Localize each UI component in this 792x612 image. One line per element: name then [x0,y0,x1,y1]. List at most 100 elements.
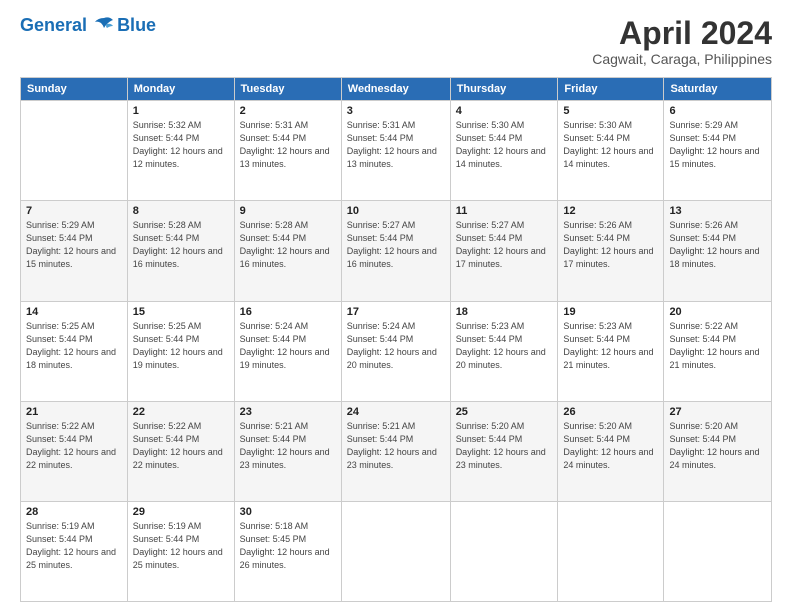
logo-general: General [20,15,87,35]
day-cell: 27 Sunrise: 5:20 AMSunset: 5:44 PMDayligh… [664,401,772,501]
day-info: Sunrise: 5:28 AMSunset: 5:44 PMDaylight:… [240,219,336,271]
day-cell [341,501,450,601]
day-cell: 8 Sunrise: 5:28 AMSunset: 5:44 PMDaylight… [127,201,234,301]
day-number: 26 [563,406,658,418]
day-number: 9 [240,205,336,217]
day-number: 15 [133,306,229,318]
column-header-saturday: Saturday [664,78,772,101]
column-header-sunday: Sunday [21,78,128,101]
day-info: Sunrise: 5:31 AMSunset: 5:44 PMDaylight:… [240,119,336,171]
day-cell: 28 Sunrise: 5:19 AMSunset: 5:44 PMDayligh… [21,501,128,601]
day-number: 28 [26,506,122,518]
day-number: 6 [669,105,766,117]
day-number: 19 [563,306,658,318]
day-cell: 19 Sunrise: 5:23 AMSunset: 5:44 PMDayligh… [558,301,664,401]
day-number: 12 [563,205,658,217]
day-cell: 20 Sunrise: 5:22 AMSunset: 5:44 PMDayligh… [664,301,772,401]
day-info: Sunrise: 5:22 AMSunset: 5:44 PMDaylight:… [133,420,229,472]
day-info: Sunrise: 5:26 AMSunset: 5:44 PMDaylight:… [669,219,766,271]
day-info: Sunrise: 5:21 AMSunset: 5:44 PMDaylight:… [347,420,445,472]
week-row-5: 28 Sunrise: 5:19 AMSunset: 5:44 PMDayligh… [21,501,772,601]
day-number: 14 [26,306,122,318]
day-info: Sunrise: 5:24 AMSunset: 5:44 PMDaylight:… [347,320,445,372]
day-number: 27 [669,406,766,418]
day-info: Sunrise: 5:18 AMSunset: 5:45 PMDaylight:… [240,520,336,572]
day-cell: 29Sunrise: 5:19 AMSunset: 5:44 PMDayligh… [127,501,234,601]
day-info: Sunrise: 5:27 AMSunset: 5:44 PMDaylight:… [347,219,445,271]
day-info: Sunrise: 5:20 AMSunset: 5:44 PMDaylight:… [563,420,658,472]
day-cell: 22 Sunrise: 5:22 AMSunset: 5:44 PMDayligh… [127,401,234,501]
day-info: Sunrise: 5:23 AMSunset: 5:44 PMDaylight:… [563,320,658,372]
day-info: Sunrise: 5:29 AMSunset: 5:44 PMDaylight:… [669,119,766,171]
week-row-3: 14 Sunrise: 5:25 AMSunset: 5:44 PMDayligh… [21,301,772,401]
day-number: 7 [26,205,122,217]
day-number: 29 [133,506,229,518]
day-number: 30 [240,506,336,518]
day-info: Sunrise: 5:20 AMSunset: 5:44 PMDaylight:… [456,420,553,472]
day-cell [21,101,128,201]
logo: General Blue [20,16,156,36]
day-info: Sunrise: 5:31 AMSunset: 5:44 PMDaylight:… [347,119,445,171]
week-row-2: 7Sunrise: 5:29 AMSunset: 5:44 PMDaylight… [21,201,772,301]
day-cell: 5 Sunrise: 5:30 AMSunset: 5:44 PMDaylight… [558,101,664,201]
header: General Blue April 2024 Cagwait, Caraga,… [20,16,772,67]
day-number: 11 [456,205,553,217]
day-cell [450,501,558,601]
month-title: April 2024 [592,16,772,51]
day-number: 13 [669,205,766,217]
day-cell: 1Sunrise: 5:32 AMSunset: 5:44 PMDaylight… [127,101,234,201]
day-number: 23 [240,406,336,418]
logo-blue: Blue [117,16,156,36]
logo-bird-icon [93,16,115,36]
day-number: 5 [563,105,658,117]
day-info: Sunrise: 5:25 AMSunset: 5:44 PMDaylight:… [26,320,122,372]
day-cell: 12 Sunrise: 5:26 AMSunset: 5:44 PMDayligh… [558,201,664,301]
column-header-thursday: Thursday [450,78,558,101]
week-row-4: 21Sunrise: 5:22 AMSunset: 5:44 PMDayligh… [21,401,772,501]
day-number: 10 [347,205,445,217]
day-number: 22 [133,406,229,418]
day-cell: 24 Sunrise: 5:21 AMSunset: 5:44 PMDayligh… [341,401,450,501]
day-info: Sunrise: 5:19 AMSunset: 5:44 PMDaylight:… [26,520,122,572]
day-cell: 9 Sunrise: 5:28 AMSunset: 5:44 PMDaylight… [234,201,341,301]
page: General Blue April 2024 Cagwait, Caraga,… [0,0,792,612]
day-cell: 18 Sunrise: 5:23 AMSunset: 5:44 PMDayligh… [450,301,558,401]
day-info: Sunrise: 5:27 AMSunset: 5:44 PMDaylight:… [456,219,553,271]
day-info: Sunrise: 5:30 AMSunset: 5:44 PMDaylight:… [456,119,553,171]
day-info: Sunrise: 5:20 AMSunset: 5:44 PMDaylight:… [669,420,766,472]
day-info: Sunrise: 5:30 AMSunset: 5:44 PMDaylight:… [563,119,658,171]
day-number: 18 [456,306,553,318]
day-cell: 6 Sunrise: 5:29 AMSunset: 5:44 PMDaylight… [664,101,772,201]
column-header-friday: Friday [558,78,664,101]
day-cell: 14 Sunrise: 5:25 AMSunset: 5:44 PMDayligh… [21,301,128,401]
day-number: 2 [240,105,336,117]
day-number: 8 [133,205,229,217]
day-number: 3 [347,105,445,117]
title-block: April 2024 Cagwait, Caraga, Philippines [592,16,772,67]
day-cell: 2 Sunrise: 5:31 AMSunset: 5:44 PMDaylight… [234,101,341,201]
day-info: Sunrise: 5:23 AMSunset: 5:44 PMDaylight:… [456,320,553,372]
day-cell: 15Sunrise: 5:25 AMSunset: 5:44 PMDayligh… [127,301,234,401]
location: Cagwait, Caraga, Philippines [592,51,772,67]
day-info: Sunrise: 5:22 AMSunset: 5:44 PMDaylight:… [669,320,766,372]
day-cell: 16Sunrise: 5:24 AMSunset: 5:44 PMDayligh… [234,301,341,401]
day-cell [664,501,772,601]
day-info: Sunrise: 5:22 AMSunset: 5:44 PMDaylight:… [26,420,122,472]
day-number: 20 [669,306,766,318]
day-cell: 25 Sunrise: 5:20 AMSunset: 5:44 PMDayligh… [450,401,558,501]
column-header-tuesday: Tuesday [234,78,341,101]
calendar-table: SundayMondayTuesdayWednesdayThursdayFrid… [20,77,772,602]
logo-text: General [20,16,115,36]
day-cell: 10 Sunrise: 5:27 AMSunset: 5:44 PMDayligh… [341,201,450,301]
day-cell [558,501,664,601]
day-cell: 26 Sunrise: 5:20 AMSunset: 5:44 PMDayligh… [558,401,664,501]
day-number: 16 [240,306,336,318]
day-info: Sunrise: 5:28 AMSunset: 5:44 PMDaylight:… [133,219,229,271]
day-cell: 17Sunrise: 5:24 AMSunset: 5:44 PMDayligh… [341,301,450,401]
week-row-1: 1Sunrise: 5:32 AMSunset: 5:44 PMDaylight… [21,101,772,201]
day-number: 25 [456,406,553,418]
day-info: Sunrise: 5:26 AMSunset: 5:44 PMDaylight:… [563,219,658,271]
day-number: 24 [347,406,445,418]
day-cell: 4Sunrise: 5:30 AMSunset: 5:44 PMDaylight… [450,101,558,201]
column-header-row: SundayMondayTuesdayWednesdayThursdayFrid… [21,78,772,101]
